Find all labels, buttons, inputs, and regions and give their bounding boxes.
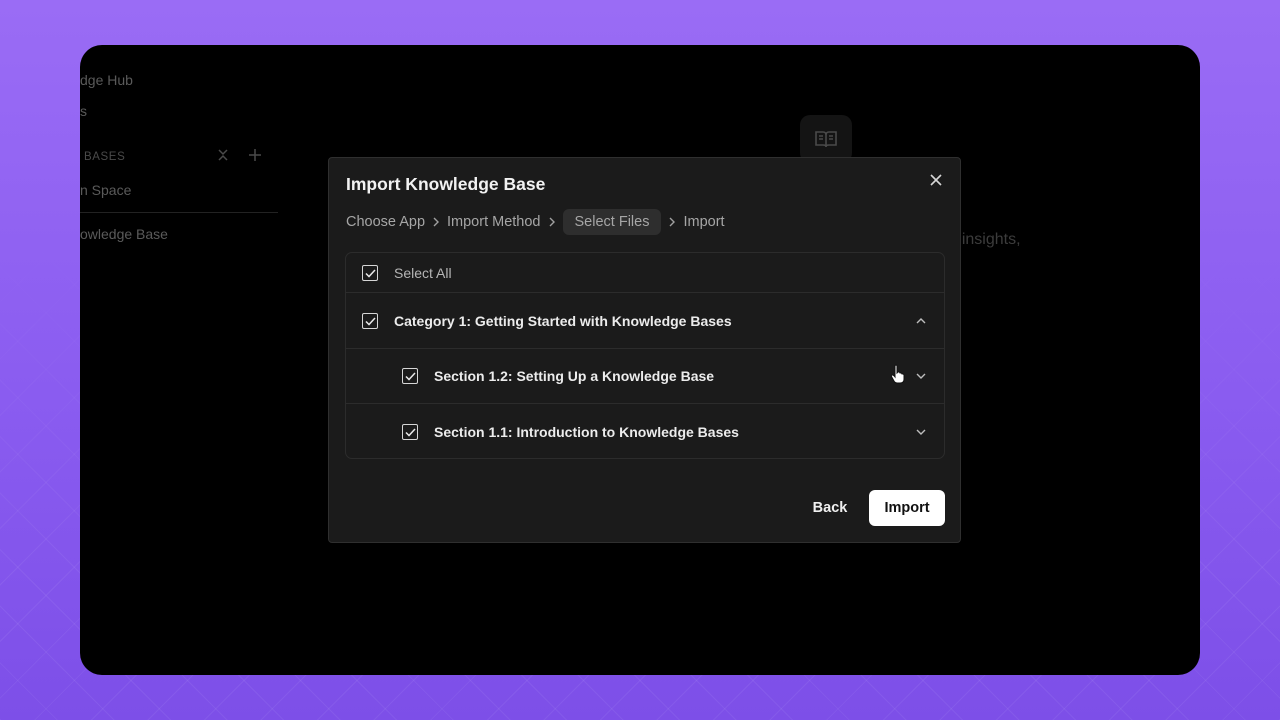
section-row[interactable]: Section 1.1: Introduction to Knowledge B… — [346, 404, 944, 458]
chevron-right-icon — [541, 217, 563, 227]
close-button[interactable] — [926, 172, 946, 192]
collapse-icon[interactable] — [217, 148, 229, 167]
hand-pointer-icon — [890, 364, 906, 384]
chevron-down-icon[interactable] — [914, 369, 928, 383]
book-open-icon — [800, 115, 852, 163]
background-sidebar: dge Hub s BASES n Space owledge Base — [80, 45, 278, 675]
sidebar-item-knowledge-base[interactable]: owledge Base — [80, 226, 168, 242]
chevron-right-icon — [425, 217, 447, 227]
section-label: Section 1.1: Introduction to Knowledge B… — [434, 424, 739, 440]
import-button[interactable]: Import — [869, 490, 945, 526]
modal-title: Import Knowledge Base — [346, 174, 546, 194]
category-label: Category 1: Getting Started with Knowled… — [394, 313, 732, 329]
import-knowledge-base-modal: Import Knowledge Base Choose App Import … — [328, 157, 961, 543]
breadcrumb-import-method[interactable]: Import Method — [447, 214, 541, 230]
chevron-up-icon[interactable] — [914, 314, 928, 328]
breadcrumb-choose-app[interactable]: Choose App — [346, 214, 425, 230]
sidebar-item-knowledge-hub[interactable]: dge Hub — [80, 72, 133, 88]
section-row[interactable]: Section 1.2: Setting Up a Knowledge Base — [346, 349, 944, 404]
knowledge-bases-section-label: BASES — [84, 151, 126, 163]
chevron-down-icon[interactable] — [914, 425, 928, 439]
section-label: Section 1.2: Setting Up a Knowledge Base — [434, 368, 715, 384]
select-all-label: Select All — [394, 265, 452, 281]
sidebar-item-space[interactable]: n Space — [80, 182, 131, 198]
section-checkbox[interactable] — [402, 424, 418, 440]
select-all-checkbox[interactable] — [362, 265, 378, 281]
sidebar-divider — [80, 212, 278, 213]
add-icon[interactable] — [248, 148, 262, 167]
category-checkbox[interactable] — [362, 313, 378, 329]
back-button[interactable]: Back — [799, 490, 861, 526]
breadcrumb-select-files[interactable]: Select Files — [562, 209, 662, 235]
select-all-row[interactable]: Select All — [346, 253, 944, 293]
breadcrumb: Choose App Import Method Select Files Im… — [346, 208, 725, 236]
sidebar-item-partial[interactable]: s — [80, 103, 87, 119]
breadcrumb-import[interactable]: Import — [683, 214, 724, 230]
close-icon — [930, 173, 942, 191]
category-row[interactable]: Category 1: Getting Started with Knowled… — [346, 293, 944, 349]
chevron-right-icon — [661, 217, 683, 227]
file-tree: Select All Category 1: Getting Started w… — [345, 252, 945, 459]
section-checkbox[interactable] — [402, 368, 418, 384]
